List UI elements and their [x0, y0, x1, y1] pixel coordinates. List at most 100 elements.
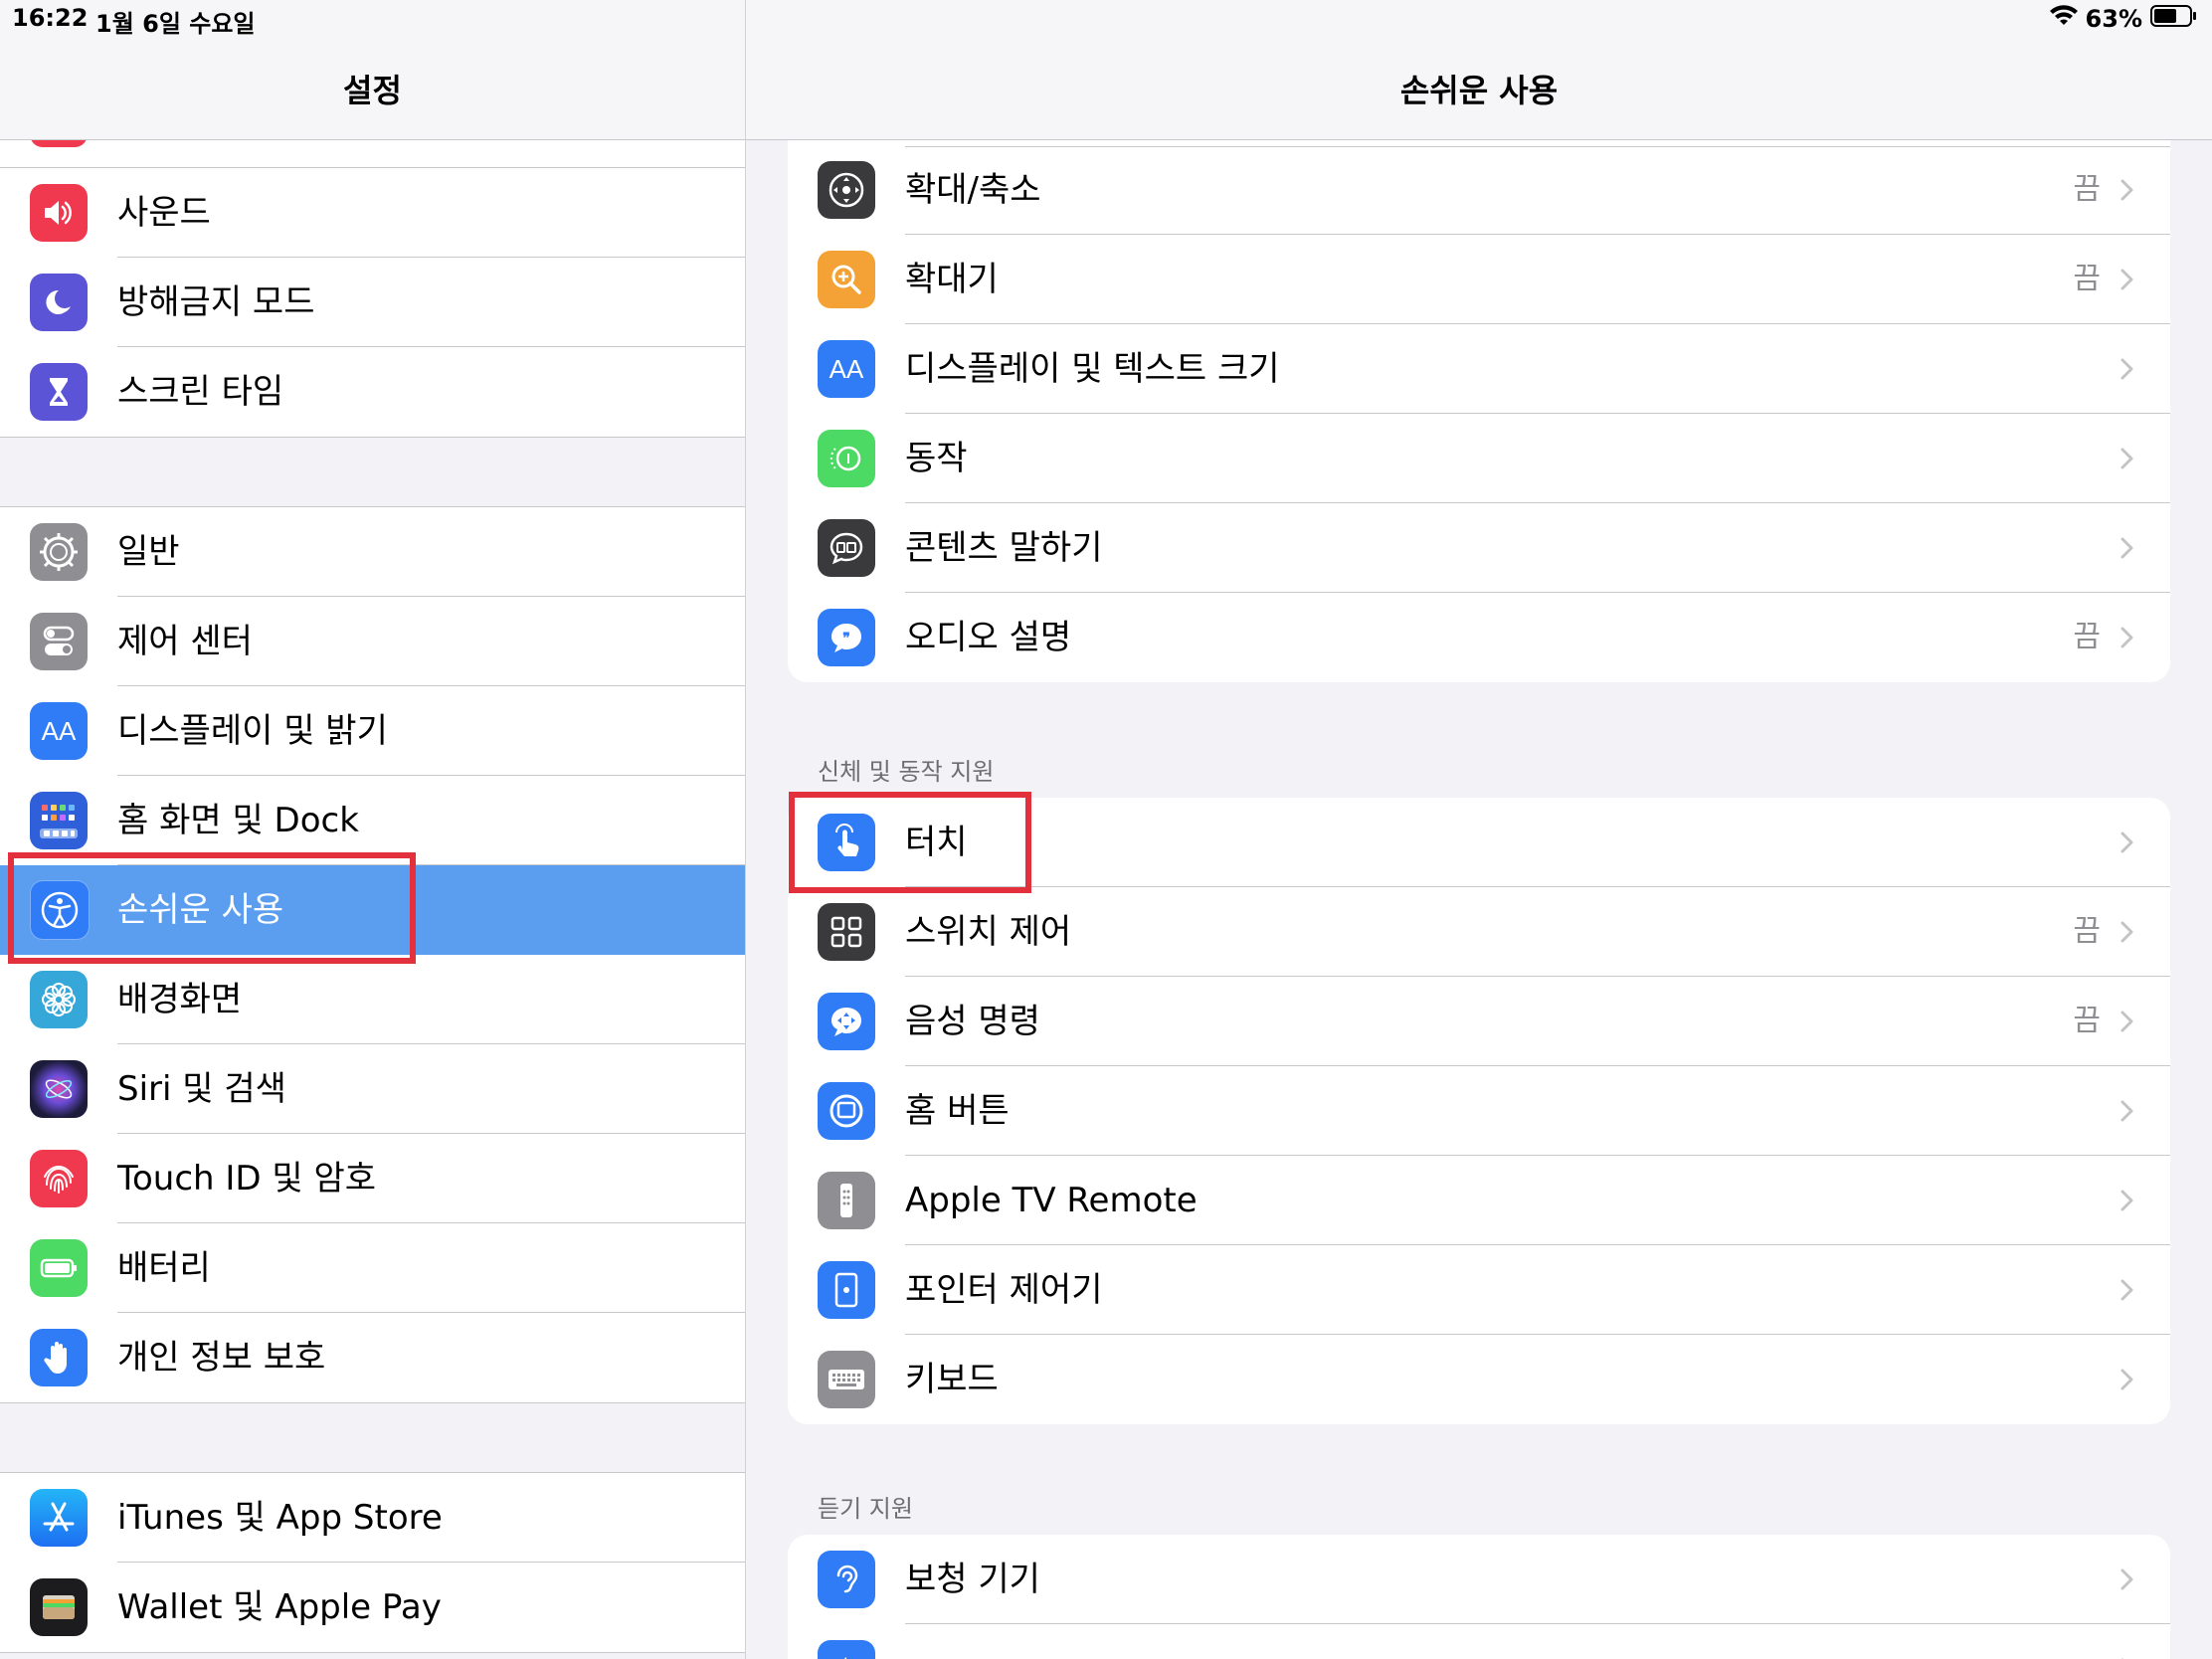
switch-grid-icon — [818, 903, 875, 961]
zoom-icon — [818, 161, 875, 219]
sidebar-item-home-screen-dock[interactable]: 홈 화면 및 Dock — [0, 776, 745, 865]
sidebar-item-label: 제어 센터 — [117, 622, 253, 661]
settings-sidebar[interactable]: 설정 사운드 방해금지 모드 스크린 타임 일반 제어 센터 AA 디스플레이 … — [0, 0, 746, 1659]
motion-icon — [818, 430, 875, 487]
sidebar-item-label: 스크린 타임 — [117, 372, 284, 412]
chevron-right-icon — [2120, 1100, 2133, 1122]
text-size-icon: AA — [30, 702, 88, 760]
row-spoken-content[interactable]: 콘텐츠 말하기 — [788, 503, 2170, 593]
magnifier-icon — [818, 251, 875, 308]
row-value: 끔 — [2073, 262, 2101, 296]
sidebar-group-1: 사운드 방해금지 모드 스크린 타임 — [0, 167, 745, 438]
chevron-right-icon — [2120, 537, 2133, 559]
row-audio-description[interactable]: ❞ 오디오 설명 끔 — [788, 593, 2170, 682]
row-zoom[interactable]: 확대/축소 끔 — [788, 145, 2170, 235]
sidebar-item-control-center[interactable]: 제어 센터 — [0, 597, 745, 686]
sidebar-item-wallpaper[interactable]: 배경화면 — [0, 955, 745, 1044]
row-touch[interactable]: 터치 — [788, 798, 2170, 887]
ear-icon — [818, 1551, 875, 1608]
touch-hand-icon — [818, 814, 875, 871]
hand-icon — [30, 1329, 88, 1386]
row-display-text-size[interactable]: AA 디스플레이 및 텍스트 크기 — [788, 324, 2170, 414]
sidebar-item-wallet[interactable]: Wallet 및 Apple Pay — [0, 1563, 745, 1652]
row-label: 홈 버튼 — [905, 1091, 1010, 1131]
row-label: 터치 — [905, 823, 968, 862]
row-audio-partial[interactable] — [788, 1624, 2170, 1659]
voice-control-icon — [818, 993, 875, 1050]
home-button-icon — [818, 1082, 875, 1140]
sidebar-item-screen-time[interactable]: 스크린 타임 — [0, 347, 745, 437]
battery-icon — [30, 1239, 88, 1297]
row-label: 보청 기기 — [905, 1560, 1040, 1599]
sidebar-item-label: Siri 및 검색 — [117, 1069, 286, 1109]
sidebar-item-accessibility[interactable]: 손쉬운 사용 — [0, 865, 745, 955]
moon-icon — [30, 274, 88, 331]
text-size-icon: AA — [818, 340, 875, 398]
row-keyboard[interactable]: 키보드 — [788, 1335, 2170, 1424]
row-switch-control[interactable]: 스위치 제어 끔 — [788, 887, 2170, 977]
chevron-right-icon — [2120, 627, 2133, 648]
sidebar-item-siri-search[interactable]: Siri 및 검색 — [0, 1044, 745, 1134]
accessibility-detail-pane[interactable]: 손쉬운 사용 확대/축소 끔 확대기 끔 AA 디스플레이 및 텍스트 크기 동… — [746, 0, 2212, 1659]
sidebar-item-app-store[interactable]: iTunes 및 App Store — [0, 1473, 745, 1563]
sidebar-item-label: 배경화면 — [117, 980, 243, 1019]
row-value: 끔 — [2073, 172, 2101, 207]
row-label: 오디오 설명 — [905, 618, 1072, 657]
chevron-right-icon — [2120, 269, 2133, 290]
wallet-icon — [30, 1578, 88, 1636]
sidebar-item-do-not-disturb[interactable]: 방해금지 모드 — [0, 258, 745, 347]
row-pointer-control[interactable]: 포인터 제어기 — [788, 1245, 2170, 1335]
section-header-hearing: 듣기 지원 — [818, 1495, 913, 1523]
flower-icon — [30, 971, 88, 1028]
row-voice-control[interactable]: 음성 명령 끔 — [788, 977, 2170, 1066]
app-store-icon — [30, 1489, 88, 1547]
sidebar-item-label: 배터리 — [117, 1248, 211, 1288]
toggles-icon — [30, 613, 88, 670]
status-date: 1월 6일 수요일 — [95, 10, 256, 38]
hearing-card: 보청 기기 — [788, 1535, 2170, 1659]
row-label: 디스플레이 및 텍스트 크기 — [905, 349, 1280, 389]
sidebar-item-label: 개인 정보 보호 — [117, 1338, 326, 1378]
chevron-right-icon — [2120, 358, 2133, 380]
siri-icon — [30, 1060, 88, 1118]
row-label: 음성 명령 — [905, 1002, 1040, 1041]
chevron-right-icon — [2120, 1369, 2133, 1390]
sidebar-item-privacy[interactable]: 개인 정보 보호 — [0, 1313, 745, 1402]
sidebar-item-sound[interactable]: 사운드 — [0, 168, 745, 258]
sidebar-item-label: 홈 화면 및 Dock — [117, 801, 359, 840]
status-right: 63% — [2049, 4, 2198, 34]
sidebar-item-touch-id[interactable]: Touch ID 및 암호 — [0, 1134, 745, 1223]
svg-text:❞: ❞ — [842, 630, 850, 645]
sidebar-item-battery[interactable]: 배터리 — [0, 1223, 745, 1313]
battery-percent: 63% — [2085, 5, 2142, 33]
sidebar-group-2: 일반 제어 센터 AA 디스플레이 및 밝기 홈 화면 및 Dock 손쉬운 사… — [0, 506, 745, 1403]
wifi-icon — [2049, 5, 2078, 33]
row-magnifier[interactable]: 확대기 끔 — [788, 235, 2170, 324]
chevron-right-icon — [2120, 1568, 2133, 1590]
sidebar-item-label: Wallet 및 Apple Pay — [117, 1587, 442, 1627]
sidebar-item-label: Touch ID 및 암호 — [117, 1159, 377, 1198]
speech-bubble-icon — [818, 519, 875, 577]
chevron-right-icon — [2120, 1190, 2133, 1211]
section-header-physical: 신체 및 동작 지원 — [818, 758, 995, 786]
chevron-right-icon — [2120, 1279, 2133, 1301]
row-apple-tv-remote[interactable]: Apple TV Remote — [788, 1156, 2170, 1245]
physical-motor-card: 터치 스위치 제어 끔 음성 명령 끔 홈 버튼 Apple TV Remote… — [788, 798, 2170, 1424]
sidebar-item-label: 사운드 — [117, 193, 211, 233]
hourglass-icon — [30, 363, 88, 421]
chevron-right-icon — [2120, 1011, 2133, 1032]
chevron-right-icon — [2120, 831, 2133, 853]
sidebar-item-general[interactable]: 일반 — [0, 507, 745, 597]
speaker-icon — [30, 184, 88, 242]
chevron-right-icon — [2120, 179, 2133, 201]
sidebar-item-display-brightness[interactable]: AA 디스플레이 및 밝기 — [0, 686, 745, 776]
sidebar-item-label: 일반 — [117, 532, 180, 572]
pointer-icon — [818, 1261, 875, 1319]
row-label: 스위치 제어 — [905, 912, 1072, 952]
row-hearing-devices[interactable]: 보청 기기 — [788, 1535, 2170, 1624]
row-label: 포인터 제어기 — [905, 1270, 1103, 1310]
sidebar-group-3: iTunes 및 App Store Wallet 및 Apple Pay — [0, 1472, 745, 1653]
row-home-button[interactable]: 홈 버튼 — [788, 1066, 2170, 1156]
quote-bubble-icon: ❞ — [818, 609, 875, 666]
row-motion[interactable]: 동작 — [788, 414, 2170, 503]
